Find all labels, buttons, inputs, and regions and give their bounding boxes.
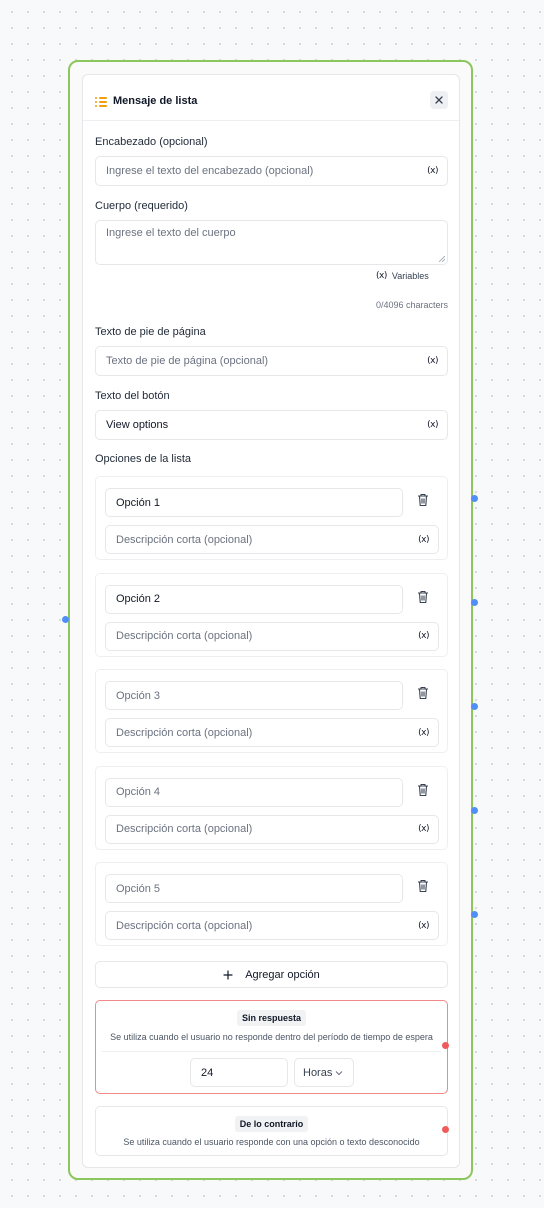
option-title-input[interactable]: Opción 2 [105,584,403,614]
timeout-unit-select[interactable]: Horas [294,1058,354,1087]
plus-icon [223,969,233,980]
option-title-input[interactable]: Opción 3 [105,681,403,710]
no-response-tag: Sin respuesta [236,1010,307,1026]
list-icon [95,97,107,107]
option-output-handle[interactable] [471,599,478,606]
list-option: Opción 2 Descripción corta (opcional) (x) [95,572,448,657]
option-description-input[interactable]: Descripción corta (opcional) (x) [105,814,439,844]
footer-field-label: Texto de pie de página [95,326,206,338]
option-title: Opción 5 [116,882,161,895]
option-title: Opción 1 [116,496,161,509]
chevron-down-icon [335,1070,343,1075]
option-description-input[interactable]: Descripción corta (opcional) (x) [105,621,439,651]
variable-icon[interactable]: (x) [418,631,429,641]
no-response-handle[interactable] [442,1042,449,1049]
variable-icon[interactable]: (x) [427,420,438,430]
variables-label: Variables [391,271,429,281]
body-textarea[interactable]: Ingrese el texto del cuerpo [95,220,448,265]
header-input-placeholder: Ingrese el texto del encabezado (opciona… [106,165,314,177]
trash-icon[interactable] [417,590,429,604]
option-description-placeholder: Descripción corta (opcional) [116,630,253,642]
node-card: Mensaje de lista Encabezado (opcional) I… [82,74,460,1168]
add-option-label: Agregar opción [245,968,320,981]
divider [102,1051,441,1052]
button-text-value: View options [106,419,169,431]
timeout-value-input[interactable]: 24 [190,1058,288,1087]
variable-icon[interactable]: (x) [418,824,429,834]
option-title-input[interactable]: Opción 4 [105,777,403,807]
option-description-input[interactable]: Descripción corta (opcional) (x) [105,911,439,940]
option-description-placeholder: Descripción corta (opcional) [116,533,253,546]
node-title: Mensaje de lista [113,95,198,107]
list-option: Opción 1 Descripción corta (opcional) (x) [95,476,448,560]
variable-icon[interactable]: (x) [418,728,429,738]
button-text-input[interactable]: View options (x) [95,410,448,440]
trash-icon[interactable] [417,686,429,700]
option-output-handle[interactable] [471,807,478,814]
list-options-label: Opciones de la lista [95,453,191,465]
option-title: Opción 3 [116,689,161,702]
body-textarea-placeholder: Ingrese el texto del cuerpo [106,227,236,239]
character-count: 0/4096 characters [375,300,448,310]
timeout-value: 24 [201,1066,214,1079]
list-message-node[interactable]: Mensaje de lista Encabezado (opcional) I… [68,60,473,1180]
header-input[interactable]: Ingrese el texto del encabezado (opciona… [95,156,448,186]
option-output-handle[interactable] [471,703,478,710]
trash-icon[interactable] [417,879,429,893]
list-option: Opción 5 Descripción corta (opcional) (x) [95,862,448,946]
header-field-label: Encabezado (opcional) [95,136,208,148]
trash-icon[interactable] [417,783,429,797]
option-description-placeholder: Descripción corta (opcional) [116,823,253,835]
variable-icon[interactable]: (x) [427,356,438,366]
timeout-unit: Horas [303,1066,333,1079]
variable-icon[interactable]: (x) [427,166,438,176]
otherwise-branch: De lo contrario Se utiliza cuando el usu… [95,1106,448,1156]
otherwise-tag: De lo contrario [234,1116,309,1132]
resize-handle-icon[interactable] [439,256,445,262]
variable-icon: (x) [376,271,387,281]
body-field-label: Cuerpo (requerido) [95,200,188,212]
option-title: Opción 4 [116,786,161,798]
list-option: Opción 4 Descripción corta (opcional) (x) [95,765,448,850]
input-handle[interactable] [62,616,69,623]
trash-icon[interactable] [417,493,429,507]
otherwise-note: Se utiliza cuando el usuario responde co… [123,1137,420,1147]
option-output-handle[interactable] [471,911,478,918]
option-title: Opción 2 [116,593,161,605]
option-title-input[interactable]: Opción 5 [105,874,403,903]
close-button[interactable] [430,91,448,109]
button-text-label: Texto del botón [95,390,170,402]
option-description-input[interactable]: Descripción corta (opcional) (x) [105,718,439,747]
footer-input-placeholder: Texto de pie de página (opcional) [106,355,269,367]
option-description-placeholder: Descripción corta (opcional) [116,919,253,932]
otherwise-handle[interactable] [442,1126,449,1133]
variables-button[interactable]: (x) Variables [376,271,429,281]
option-description-input[interactable]: Descripción corta (opcional) (x) [105,525,439,554]
node-header: Mensaje de lista [83,75,459,121]
add-option-button[interactable]: Agregar opción [95,961,448,988]
footer-input[interactable]: Texto de pie de página (opcional) (x) [95,346,448,376]
no-response-note: Se utiliza cuando el usuario no responde… [110,1032,433,1042]
option-title-input[interactable]: Opción 1 [105,488,403,517]
variable-icon[interactable]: (x) [418,535,429,545]
option-output-handle[interactable] [471,495,478,502]
no-response-branch: Sin respuesta Se utiliza cuando el usuar… [95,1000,448,1094]
list-option: Opción 3 Descripción corta (opcional) (x) [95,669,448,753]
option-description-placeholder: Descripción corta (opcional) [116,726,253,739]
variable-icon[interactable]: (x) [418,921,429,931]
close-icon [435,96,443,104]
